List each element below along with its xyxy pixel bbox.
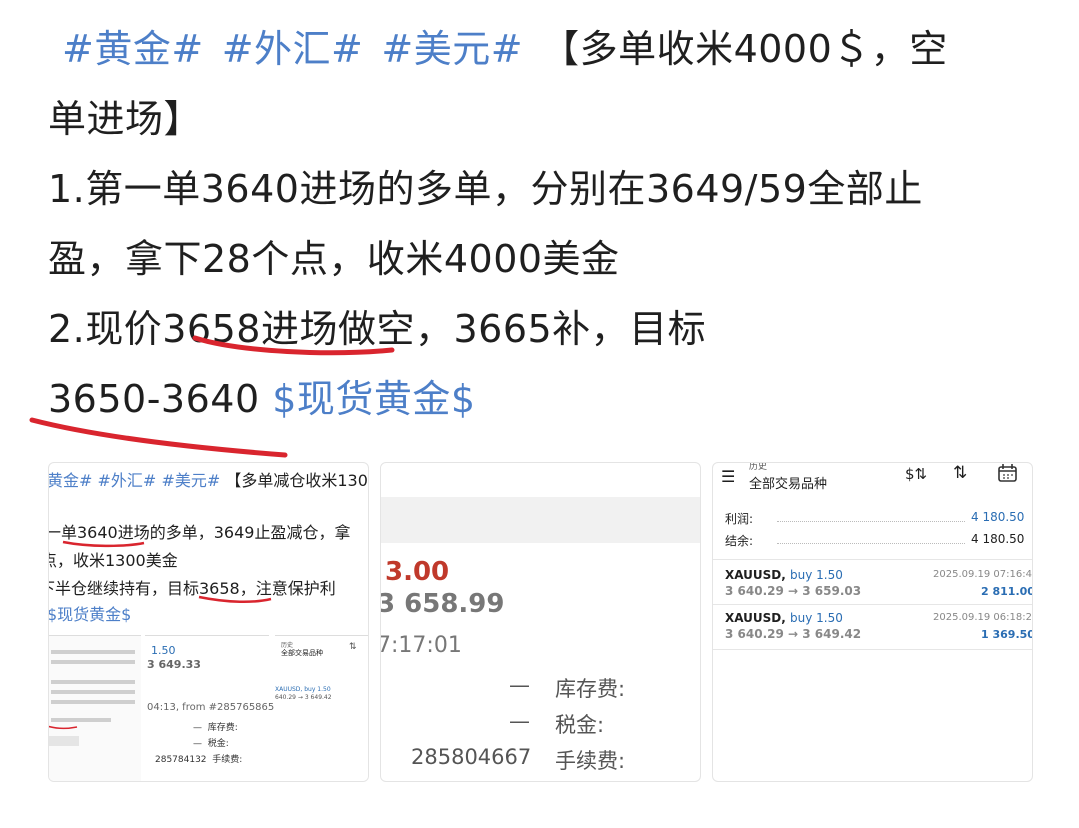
thumb2-row-2-left: — [509, 709, 530, 733]
menu-icon[interactable]: ☰ [721, 467, 735, 486]
trade-row[interactable]: XAUUSD, buy 1.50 2025.09.19 07:16:47 3 6… [713, 559, 1032, 604]
thumb2-header-bar [381, 497, 700, 543]
thumb2-row-1-left: — [509, 673, 530, 697]
thumb1-mini-order: 1.50 3 649.33 04:13, from #285765865 — 库… [145, 635, 274, 781]
history-title: 全部交易品种 [749, 477, 828, 492]
balance-label: 结余: [725, 534, 754, 548]
calendar-icon[interactable] [997, 463, 1019, 483]
hashtag-gold[interactable]: #黄金# [62, 27, 204, 71]
thumb2-row-3-label: 手续费: [555, 749, 626, 773]
history-small-title: 历史 [749, 462, 768, 472]
hashtag-forex[interactable]: #外汇# [222, 27, 364, 71]
thumbnail-trade-history[interactable]: ☰ 历史 全部交易品种 $⇅ ⇅ 利润: 4 180.50 结余: 4 180.… [712, 462, 1033, 782]
thumb2-row-3-left: 285804667 [411, 745, 532, 769]
image-gallery: 黄金# #外汇# #美元# 【多单减仓收米1300 一单3640进场的多单，36… [48, 462, 1033, 782]
trade-row[interactable]: XAUUSD, buy 1.50 2025.09.19 06:18:21 3 6… [713, 604, 1032, 649]
thumb2-price-red: 3.00 [385, 557, 450, 587]
paragraph-1-line-2: 盈，拿下28个点，收米4000美金 [48, 237, 620, 281]
paragraph-1-line-1: 1.第一单3640进场的多单，分别在3649/59全部止 [48, 167, 923, 211]
hashtag-spot-gold[interactable]: $现货黄金$ [272, 377, 475, 421]
currency-sort-icon[interactable]: $⇅ [905, 465, 927, 483]
thumb1-mini-history: 历史 全部交易品种 ⇅ XAUUSD, buy 1.50 640.29 → 3 … [275, 635, 368, 781]
headline-line-1: #黄金# #外汇# #美元# 【多单收米4000＄，空 [48, 14, 1048, 84]
thumbnail-order-detail[interactable]: 3.00 3 658.99 7:17:01 — 库存费: — 税金: 28580… [380, 462, 701, 782]
paragraph-2-line-1: 2.现价3658进场做空，3665补，目标 [48, 307, 707, 351]
thumb2-time: 7:17:01 [380, 633, 462, 658]
thumb2-price-gray: 3 658.99 [380, 589, 505, 619]
headline-line-2: 单进场】 [48, 97, 203, 141]
target-range: 3650-3640 [48, 377, 260, 421]
thumbnail-earlier-post[interactable]: 黄金# #外汇# #美元# 【多单减仓收米1300 一单3640进场的多单，36… [48, 462, 369, 782]
profit-value: 4 180.50 [971, 510, 1025, 524]
thumb1-red-underline [62, 540, 272, 604]
post-body: #黄金# #外汇# #美元# 【多单收米4000＄，空 单进场】 1.第一单3640进… [48, 14, 1048, 434]
sort-arrows-icon[interactable]: ⇅ [953, 463, 967, 483]
thumb2-row-1-label: 库存费: [555, 677, 626, 701]
paragraph-2-line-2: 3650-3640 $现货黄金$ [48, 364, 1048, 434]
hashtag-usd[interactable]: #美元# [381, 27, 523, 71]
thumb1-mini-post [49, 635, 141, 781]
headline-text: 【多单收米4000＄，空 [541, 27, 948, 71]
thumb2-row-2-label: 税金: [555, 713, 605, 737]
profit-label: 利润: [725, 512, 754, 526]
balance-value: 4 180.50 [971, 532, 1025, 546]
thumb1-mini-sort-icon: ⇅ [349, 642, 357, 652]
